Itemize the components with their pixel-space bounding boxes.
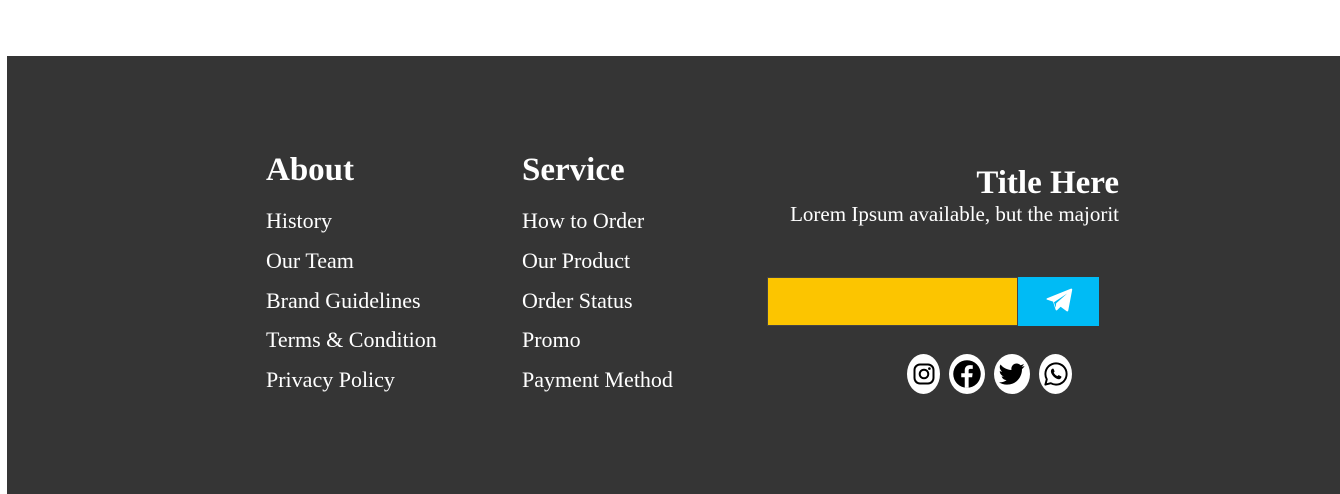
subscribe-form xyxy=(767,277,1099,326)
service-heading: Service xyxy=(522,152,625,188)
service-link-promo[interactable]: Promo xyxy=(522,327,673,352)
about-link-history[interactable]: History xyxy=(266,208,437,233)
instagram-link[interactable] xyxy=(907,354,940,394)
telegram-send-icon xyxy=(1044,286,1074,317)
whatsapp-icon xyxy=(1043,361,1069,387)
whatsapp-link[interactable] xyxy=(1039,354,1072,394)
about-column: About History Our Team Brand Guidelines … xyxy=(266,150,437,407)
newsletter-section: Title Here Lorem Ipsum available, but th… xyxy=(767,164,1119,226)
about-heading: About xyxy=(266,152,355,188)
about-link-brand-guidelines[interactable]: Brand Guidelines xyxy=(266,288,437,313)
service-link-payment-method[interactable]: Payment Method xyxy=(522,367,673,392)
service-links: How to Order Our Product Order Status Pr… xyxy=(522,208,673,392)
facebook-icon xyxy=(952,359,982,389)
newsletter-title: Title Here xyxy=(976,165,1119,201)
service-link-order-status[interactable]: Order Status xyxy=(522,288,673,313)
about-link-terms[interactable]: Terms & Condition xyxy=(266,327,437,352)
twitter-link[interactable] xyxy=(994,354,1030,394)
social-links xyxy=(907,354,1072,394)
newsletter-text: Lorem Ipsum available, but the majorit xyxy=(790,202,1119,226)
service-link-our-product[interactable]: Our Product xyxy=(522,248,673,273)
send-button[interactable] xyxy=(1018,277,1099,326)
service-link-how-to-order[interactable]: How to Order xyxy=(522,208,673,233)
service-column: Service How to Order Our Product Order S… xyxy=(522,150,673,407)
facebook-link[interactable] xyxy=(949,354,985,394)
about-link-our-team[interactable]: Our Team xyxy=(266,248,437,273)
twitter-icon xyxy=(997,361,1027,387)
instagram-icon xyxy=(912,362,936,386)
email-input[interactable] xyxy=(767,277,1018,326)
about-links: History Our Team Brand Guidelines Terms … xyxy=(266,208,437,392)
footer: About History Our Team Brand Guidelines … xyxy=(7,56,1340,494)
about-link-privacy-policy[interactable]: Privacy Policy xyxy=(266,367,437,392)
